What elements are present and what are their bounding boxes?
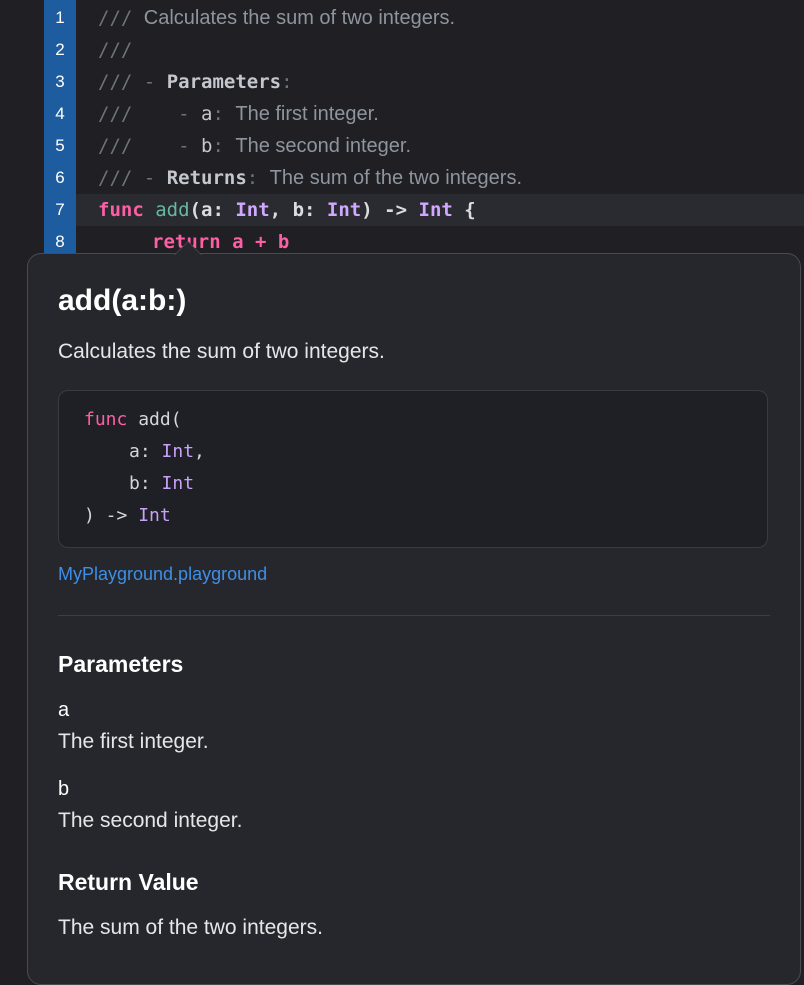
doc-comment: /// [98,39,133,61]
line-number: 1 [55,8,65,27]
declaration-line-4: ) -> Int [84,505,171,526]
return-value-heading: Return Value [58,869,199,895]
line-number: 2 [55,40,65,59]
symbol-summary: Calculates the sum of two integers. [58,340,385,363]
code-line-4[interactable]: 4 /// - a: The first integer. [0,98,804,130]
line-number: 5 [55,136,65,155]
quick-help-popover: add(a:b:) Calculates the sum of two inte… [27,241,801,985]
code-line-2[interactable]: 2 /// [0,34,804,66]
code-line-7[interactable]: 7 func add(a: Int, b: Int) -> Int { [0,194,804,226]
param-b-name: b [58,778,70,800]
line-number: 3 [55,72,65,91]
parameters-heading: Parameters [58,651,184,677]
symbol-title: add(a:b:) [58,284,187,317]
code-line-6[interactable]: 6 /// - Returns: The sum of the two inte… [0,162,804,194]
doc-comment: /// Calculates the sum of two integers. [98,7,456,29]
declaration-line-1: func add( [84,409,182,430]
function-name-token[interactable]: add [155,199,189,221]
doc-comment: /// - Returns: The sum of the two intege… [98,167,523,189]
declaration-line-2: a: Int, [129,441,205,462]
doc-comment: /// - a: The first integer. [98,103,379,125]
param-b-description: The second integer. [58,809,243,832]
declaration-block: func add( a: Int, b: Int ) -> Int [58,390,768,548]
param-a-description: The first integer. [58,730,209,753]
line-number: 4 [55,104,65,123]
doc-comment: /// - b: The second integer. [98,135,412,157]
code-line-1[interactable]: 1 /// Calculates the sum of two integers… [0,2,804,34]
code-line-3[interactable]: 3 /// - Parameters: [0,66,804,98]
param-a-name: a [58,699,70,721]
line-number: 7 [55,200,65,219]
code-editor[interactable]: 1 /// Calculates the sum of two integers… [0,0,804,260]
code-line-5[interactable]: 5 /// - b: The second integer. [0,130,804,162]
return-value-description: The sum of the two integers. [58,916,323,939]
function-signature: func add(a: Int, b: Int) -> Int { [98,199,476,221]
doc-comment: /// - Parameters: [98,71,293,93]
source-file-link[interactable]: MyPlayground.playground [58,564,267,585]
declaration-line-3: b: Int [129,473,195,494]
line-number: 6 [55,168,65,187]
divider [58,615,770,616]
